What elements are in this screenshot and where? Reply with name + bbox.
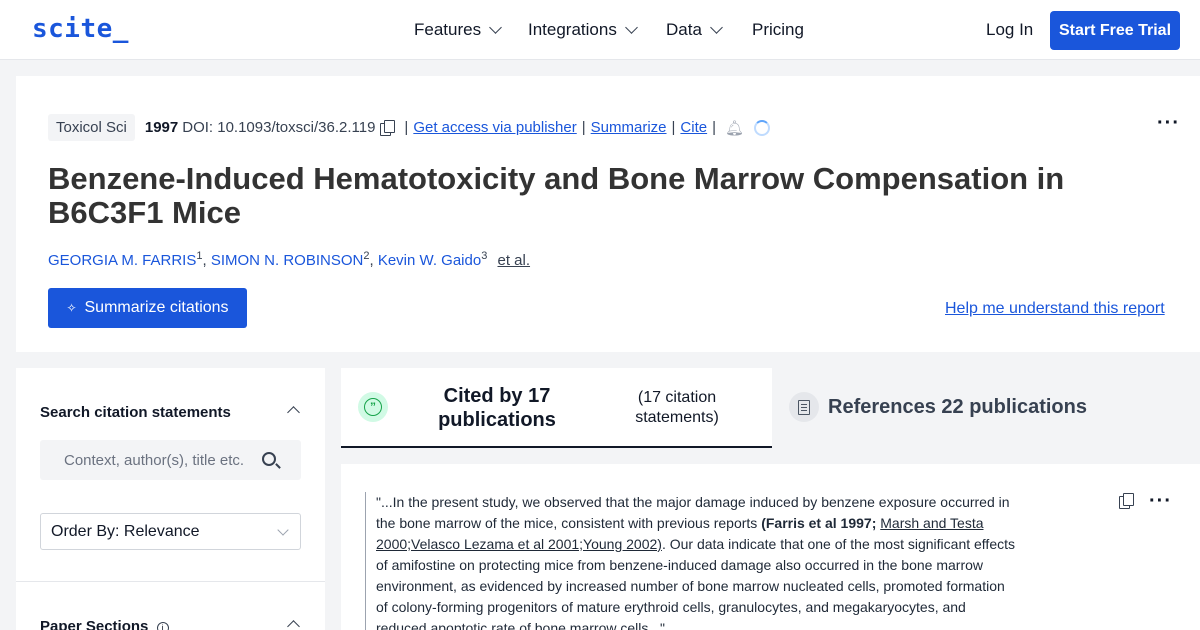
citation-reference-target[interactable]: (Farris et al 1997; [761, 515, 876, 531]
chevron-down-icon [710, 21, 723, 34]
citation-statements-count: (17 citation statements) [635, 389, 719, 426]
search-icon[interactable] [262, 452, 276, 466]
separator: | [712, 119, 717, 136]
search-citations-heading: Search citation statements [40, 404, 231, 421]
nav-integrations[interactable]: Integrations [528, 20, 638, 40]
order-by-select[interactable]: Order By: Relevance [40, 513, 301, 550]
quote-bar [365, 492, 366, 630]
citation-search-box [40, 440, 301, 480]
start-free-trial-button[interactable]: Start Free Trial [1050, 11, 1180, 50]
nav-features[interactable]: Features [414, 20, 502, 40]
sparkle-icon: ✧ [66, 301, 77, 315]
citation-tabs: ” Cited by 17 publications (17 citation … [341, 368, 1200, 448]
separator: | [404, 119, 409, 136]
nav-pricing-label: Pricing [752, 20, 804, 39]
order-by-value: Order By: Relevance [51, 523, 200, 540]
loading-spinner-icon [754, 119, 771, 136]
tab-references[interactable]: References 22 publications [772, 368, 1200, 448]
help-understand-link[interactable]: Help me understand this report [945, 300, 1165, 318]
paper-meta-row: Toxicol Sci 1997 DOI: 10.1093/toxsci/36.… [48, 114, 771, 141]
chevron-up-icon[interactable] [287, 620, 300, 630]
chevron-down-icon [624, 21, 638, 34]
paper-sections-heading: Paper Sections i [40, 618, 169, 630]
paper-header-card: Toxicol Sci 1997 DOI: 10.1093/toxsci/36.… [16, 76, 1200, 352]
copy-icon[interactable] [379, 119, 396, 136]
divider [16, 581, 325, 582]
citation-statement-text: "...In the present study, we observed th… [376, 492, 1016, 630]
chevron-down-icon [277, 524, 289, 536]
more-options-icon[interactable]: ··· [1157, 112, 1180, 135]
scite-logo[interactable]: scite_ [32, 14, 129, 44]
bell-icon[interactable]: 🔔︎ [725, 119, 744, 137]
nav-features-label: Features [414, 20, 482, 39]
nav-pricing[interactable]: Pricing [752, 20, 804, 40]
separator: | [581, 119, 586, 136]
paper-title: Benzene-Induced Hematotoxicity and Bone … [48, 161, 1065, 230]
author-link[interactable]: GEORGIA M. FARRIS [48, 252, 196, 269]
copy-icon[interactable] [1118, 493, 1134, 509]
summarize-citations-button[interactable]: ✧ Summarize citations [48, 288, 247, 328]
publication-year: 1997 [144, 119, 179, 136]
document-icon [789, 392, 819, 422]
quote-icon: ” [358, 392, 388, 422]
citation-search-input[interactable] [40, 440, 260, 480]
top-navigation: scite_ Features Integrations Data Pricin… [0, 0, 1200, 60]
references-title: References 22 publications [828, 396, 1087, 418]
chevron-down-icon [489, 21, 502, 34]
paper-sections-label: Paper Sections [40, 618, 149, 630]
citation-sidebar: Search citation statements Order By: Rel… [16, 368, 325, 630]
author-link[interactable]: SIMON N. ROBINSON [211, 252, 364, 269]
author-link[interactable]: Kevin W. Gaido [378, 252, 481, 269]
nav-integrations-label: Integrations [528, 20, 617, 39]
summarize-citations-label: Summarize citations [84, 299, 229, 316]
summarize-link[interactable]: Summarize [591, 119, 667, 136]
login-link[interactable]: Log In [986, 20, 1033, 40]
journal-chip[interactable]: Toxicol Sci [48, 114, 135, 141]
cited-by-title: Cited by 17 publications [438, 385, 556, 431]
more-options-icon[interactable]: ··· [1149, 490, 1172, 513]
nav-data-label: Data [666, 20, 702, 39]
separator: | [671, 119, 676, 136]
et-al-link[interactable]: et al. [498, 252, 531, 269]
info-icon[interactable]: i [156, 622, 169, 630]
cite-link[interactable]: Cite [680, 119, 707, 136]
access-publisher-link[interactable]: Get access via publisher [413, 119, 576, 136]
citation-statement-card: "...In the present study, we observed th… [341, 464, 1200, 630]
author-list: GEORGIA M. FARRIS1, SIMON N. ROBINSON2, … [48, 250, 531, 269]
affiliation-number: 3 [481, 250, 488, 262]
tab-cited-by[interactable]: ” Cited by 17 publications (17 citation … [341, 368, 772, 448]
doi-text: DOI: 10.1093/toxsci/36.2.119 [182, 119, 376, 136]
nav-data[interactable]: Data [666, 20, 723, 40]
chevron-up-icon[interactable] [287, 406, 300, 419]
